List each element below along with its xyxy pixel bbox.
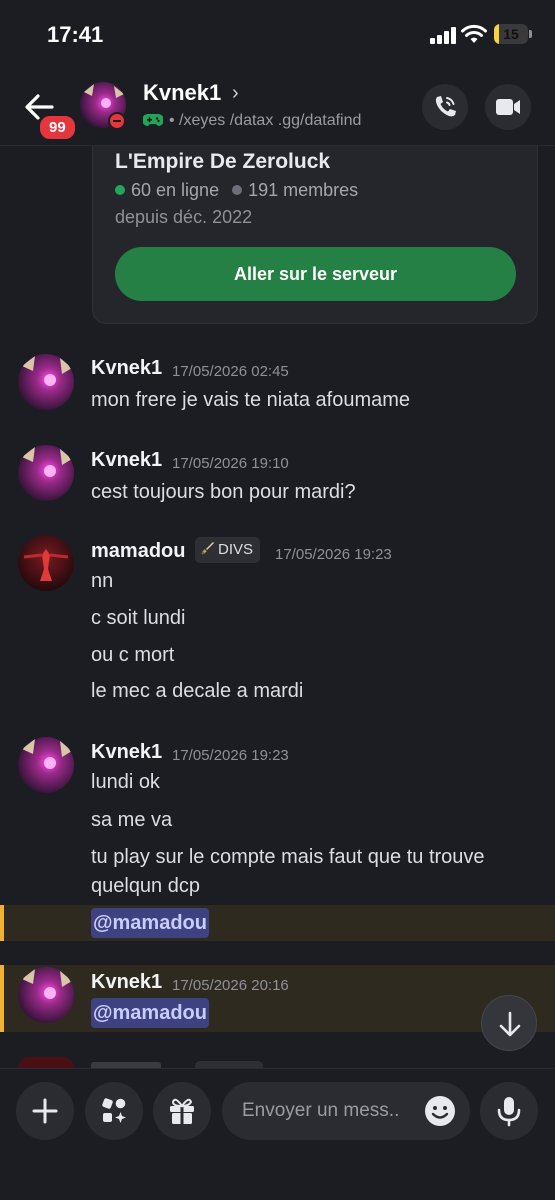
clan-tag: DIVS	[195, 537, 261, 563]
activity-text: • /xeyes /datax .gg/datafind	[169, 112, 362, 129]
message-text: mon frere je vais te niata afoumame	[91, 389, 411, 411]
emoji-icon[interactable]	[424, 1095, 456, 1127]
message-timestamp: 17/05/2026 19:23	[172, 747, 289, 764]
apps-button[interactable]	[85, 1082, 143, 1140]
battery-icon: 15	[494, 24, 528, 44]
header-username[interactable]: Kvnek1	[143, 80, 221, 106]
call-button[interactable]	[422, 84, 468, 130]
message-text: le mec a decale a mardi	[91, 680, 304, 702]
message-author[interactable]: Kvnek1	[91, 357, 162, 380]
message-input[interactable]: Envoyer un mess..	[222, 1082, 470, 1140]
message-text: lundi ok	[91, 771, 160, 793]
message-timestamp: 17/05/2026 20:16	[172, 977, 289, 994]
message-author[interactable]: Kvnek1	[91, 741, 162, 764]
gift-button[interactable]	[153, 1082, 211, 1140]
avatar[interactable]	[18, 445, 74, 501]
message-composer: Envoyer un mess..	[0, 1068, 555, 1200]
message: Kvnek1 17/05/2026 19:23 lundi ok sa me v…	[0, 736, 555, 906]
avatar[interactable]	[18, 354, 74, 410]
microphone-icon	[497, 1097, 521, 1127]
avatar[interactable]	[18, 535, 74, 591]
jump-to-latest-button[interactable]	[481, 995, 537, 1051]
clan-tag-peek	[195, 1061, 263, 1068]
arrow-down-icon	[499, 1011, 521, 1037]
online-dot-icon	[115, 185, 125, 195]
plus-icon	[32, 1098, 58, 1124]
message-author[interactable]: mamadou	[91, 540, 185, 563]
members-dot-icon	[232, 185, 243, 195]
message: mamadou DIVS 17/05/2026 19:23 nn c soit …	[0, 534, 555, 714]
dnd-status-icon	[108, 112, 126, 130]
unread-badge: 99	[38, 114, 77, 141]
gift-icon	[170, 1098, 194, 1124]
member-count: 191 membres	[248, 180, 359, 200]
battery-level: 15	[503, 26, 519, 42]
message-text: tu play sur le compte mais faut que tu t…	[91, 846, 485, 868]
phone-icon	[435, 96, 456, 117]
wifi-icon	[461, 24, 487, 43]
header-activity: • /xeyes /datax .gg/datafind	[143, 112, 361, 130]
server-name: L'Empire De Zeroluck	[115, 150, 331, 173]
message-text: nn	[91, 570, 114, 592]
server-since: depuis déc. 2022	[115, 207, 253, 227]
avatar	[18, 1057, 74, 1068]
user-mention[interactable]: @mamadou	[91, 998, 209, 1028]
video-camera-icon	[496, 99, 520, 115]
message-text: quelqun dcp	[91, 875, 200, 897]
status-time: 17:41	[47, 22, 104, 47]
dm-header: 99 Kvnek1 › • /xeyes /datax .gg/datafind	[0, 72, 555, 146]
cellular-signal-icon	[430, 26, 456, 44]
video-call-button[interactable]	[485, 84, 531, 130]
chevron-right-icon[interactable]: ›	[232, 82, 239, 105]
message-text: c soit lundi	[91, 607, 186, 629]
message-text: sa me va	[91, 809, 173, 831]
sword-icon	[201, 542, 214, 555]
join-server-button[interactable]: Aller sur le serveur	[115, 247, 516, 301]
message-author[interactable]: Kvnek1	[91, 971, 162, 994]
user-mention[interactable]: @mamadou	[91, 908, 209, 938]
server-invite-card: L'Empire De Zeroluck 60 en ligne 191 mem…	[92, 146, 538, 324]
apps-icon	[102, 1098, 126, 1123]
status-bar: 17:41 15	[0, 0, 555, 72]
message-input-placeholder: Envoyer un mess..	[242, 1100, 400, 1121]
online-count: 60 en ligne	[131, 180, 220, 200]
message-author[interactable]: Kvnek1	[91, 449, 162, 472]
message-text: ou c mort	[91, 644, 175, 666]
message-timestamp: 17/05/2026 19:23	[275, 546, 392, 563]
avatar[interactable]	[18, 737, 74, 793]
message: Kvnek1 17/05/2026 19:10 cest toujours bo…	[0, 443, 555, 513]
attach-button[interactable]	[16, 1082, 74, 1140]
message-timestamp: 17/05/2026 02:45	[172, 363, 289, 380]
message-text: cest toujours bon pour mardi?	[91, 481, 356, 503]
gamepad-icon	[143, 114, 163, 126]
message-timestamp: 17/05/2026 19:10	[172, 455, 289, 472]
message: Kvnek1 17/05/2026 02:45 mon frere je vai…	[0, 352, 555, 422]
avatar[interactable]	[18, 967, 74, 1023]
highlighted-mention-row: @mamadou	[0, 905, 555, 941]
clan-tag-label: DIVS	[218, 541, 254, 558]
voice-message-button[interactable]	[480, 1082, 538, 1140]
highlighted-message: Kvnek1 17/05/2026 20:16 @mamadou	[0, 965, 555, 1032]
server-stats: 60 en ligne 191 membres	[115, 180, 358, 201]
